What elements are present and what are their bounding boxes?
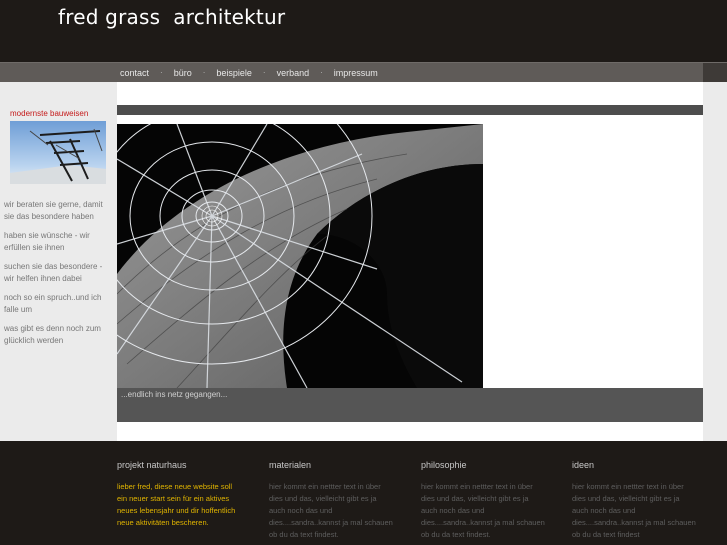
- site-title[interactable]: fred grass architektur: [58, 5, 285, 29]
- main-navigation: contact · büro · beispiele · verband · i…: [0, 62, 727, 82]
- footer-column-materialen: materialen hier kommt ein nettter text i…: [269, 460, 394, 541]
- nav-separator: ·: [160, 68, 163, 77]
- caption-bar: ...endlich ins netz gegangen...: [117, 388, 703, 422]
- footer-column-text: hier kommt ein nettter text in über dies…: [572, 482, 696, 539]
- nav-buero[interactable]: büro: [167, 68, 199, 78]
- footer-column-text: hier kommt ein nettter text in über dies…: [269, 482, 393, 539]
- sidebar-link[interactable]: wir beraten sie gerne, damit sie das bes…: [4, 199, 110, 223]
- site-footer: projekt naturhaus lieber fred, diese neu…: [0, 441, 727, 545]
- nav-beispiele[interactable]: beispiele: [209, 68, 259, 78]
- nav-verband[interactable]: verband: [270, 68, 317, 78]
- sidebar-link[interactable]: was gibt es denn noch zum glücklich werd…: [4, 323, 110, 347]
- footer-column-title[interactable]: philosophie: [421, 460, 546, 470]
- content-top-bar: [117, 105, 703, 115]
- nav-impressum[interactable]: impressum: [327, 68, 385, 78]
- site-header: fred grass architektur: [0, 0, 727, 62]
- footer-column-title[interactable]: materialen: [269, 460, 394, 470]
- nav-contact[interactable]: contact: [113, 68, 156, 78]
- footer-column-projekt: projekt naturhaus lieber fred, diese neu…: [117, 460, 242, 529]
- footer-column-philosophie: philosophie hier kommt ein nettter text …: [421, 460, 546, 541]
- sidebar-link[interactable]: suchen sie das besondere - wir helfen ih…: [4, 261, 110, 285]
- footer-column-text: hier kommt ein nettter text in über dies…: [421, 482, 545, 539]
- footer-column-ideen: ideen hier kommt ein nettter text in übe…: [572, 460, 697, 541]
- nav-separator: ·: [320, 68, 323, 77]
- sidebar-thumbnail-image[interactable]: [10, 121, 106, 184]
- nav-end-block: [703, 63, 727, 82]
- sidebar: modernste bauweisen wir beraten sie gern…: [0, 82, 117, 441]
- hero-image: [117, 124, 483, 388]
- footer-column-title[interactable]: ideen: [572, 460, 697, 470]
- nav-separator: ·: [202, 68, 206, 77]
- image-caption: ...endlich ins netz gegangen...: [121, 390, 228, 399]
- sidebar-heading[interactable]: modernste bauweisen: [10, 109, 88, 118]
- nav-separator: ·: [262, 68, 266, 77]
- sidebar-link[interactable]: haben sie wünsche - wir erfüllen sie ihn…: [4, 230, 110, 254]
- main-content: ...endlich ins netz gegangen...: [117, 82, 703, 441]
- sidebar-link[interactable]: noch so ein spruch..und ich falle um: [4, 292, 110, 316]
- right-gutter: [703, 82, 727, 441]
- footer-column-title[interactable]: projekt naturhaus: [117, 460, 242, 470]
- footer-column-text: lieber fred, diese neue website soll ein…: [117, 482, 236, 527]
